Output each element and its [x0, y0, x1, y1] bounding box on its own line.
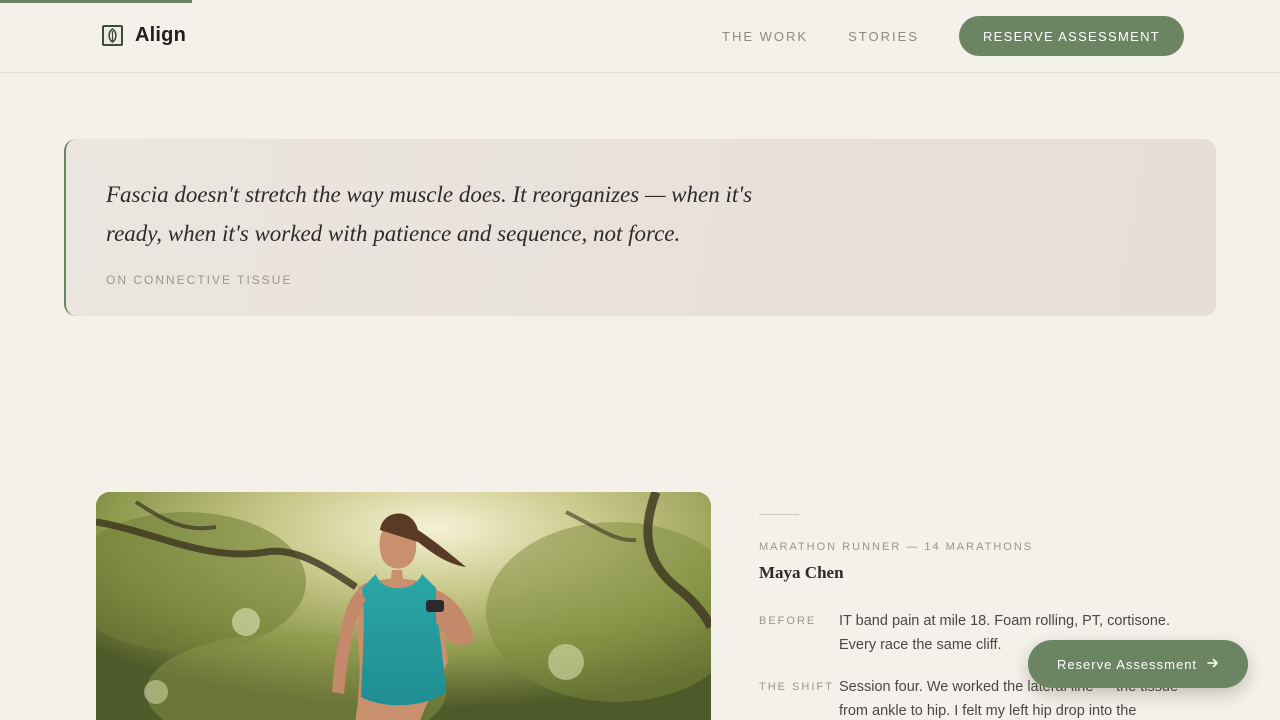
runner-story: MARATHON RUNNER — 14 MARATHONS Maya Chen…	[759, 514, 1199, 720]
arrow-right-icon	[1207, 657, 1219, 672]
floating-cta-label: Reserve Assessment	[1056, 656, 1198, 672]
leaf-icon	[102, 25, 123, 46]
story-person-name: Maya Chen	[759, 563, 844, 582]
floating-reserve-assessment-button[interactable]: Reserve Assessment	[1028, 640, 1248, 688]
nav-link-stories[interactable]: STORIES	[848, 29, 919, 44]
reserve-assessment-button[interactable]: RESERVE ASSESSMENT	[958, 16, 1184, 56]
story-row-label: BEFORE	[759, 615, 817, 627]
quote-text: Fascia doesn't stretch the way muscle do…	[106, 182, 753, 246]
nav-links: THE WORK STORIES RESERVE ASSESSMENT	[722, 16, 1184, 56]
nav-link-the-work[interactable]: THE WORK	[722, 29, 808, 44]
story-divider	[759, 514, 799, 515]
story-row-label: THE SHIFT	[759, 681, 834, 693]
brand-home-link[interactable]: Align	[102, 24, 186, 47]
runner-photo-illustration	[96, 492, 711, 720]
story-kicker: MARATHON RUNNER — 14 MARATHONS	[759, 541, 1034, 553]
runner-photo	[96, 492, 711, 720]
brand-name: Align	[135, 24, 186, 46]
quote-card: Fascia doesn't stretch the way muscle do…	[64, 139, 1216, 316]
quote-source: ON CONNECTIVE TISSUE	[106, 273, 293, 287]
top-navigation: Align THE WORK STORIES RESERVE ASSESSMEN…	[0, 0, 1280, 73]
